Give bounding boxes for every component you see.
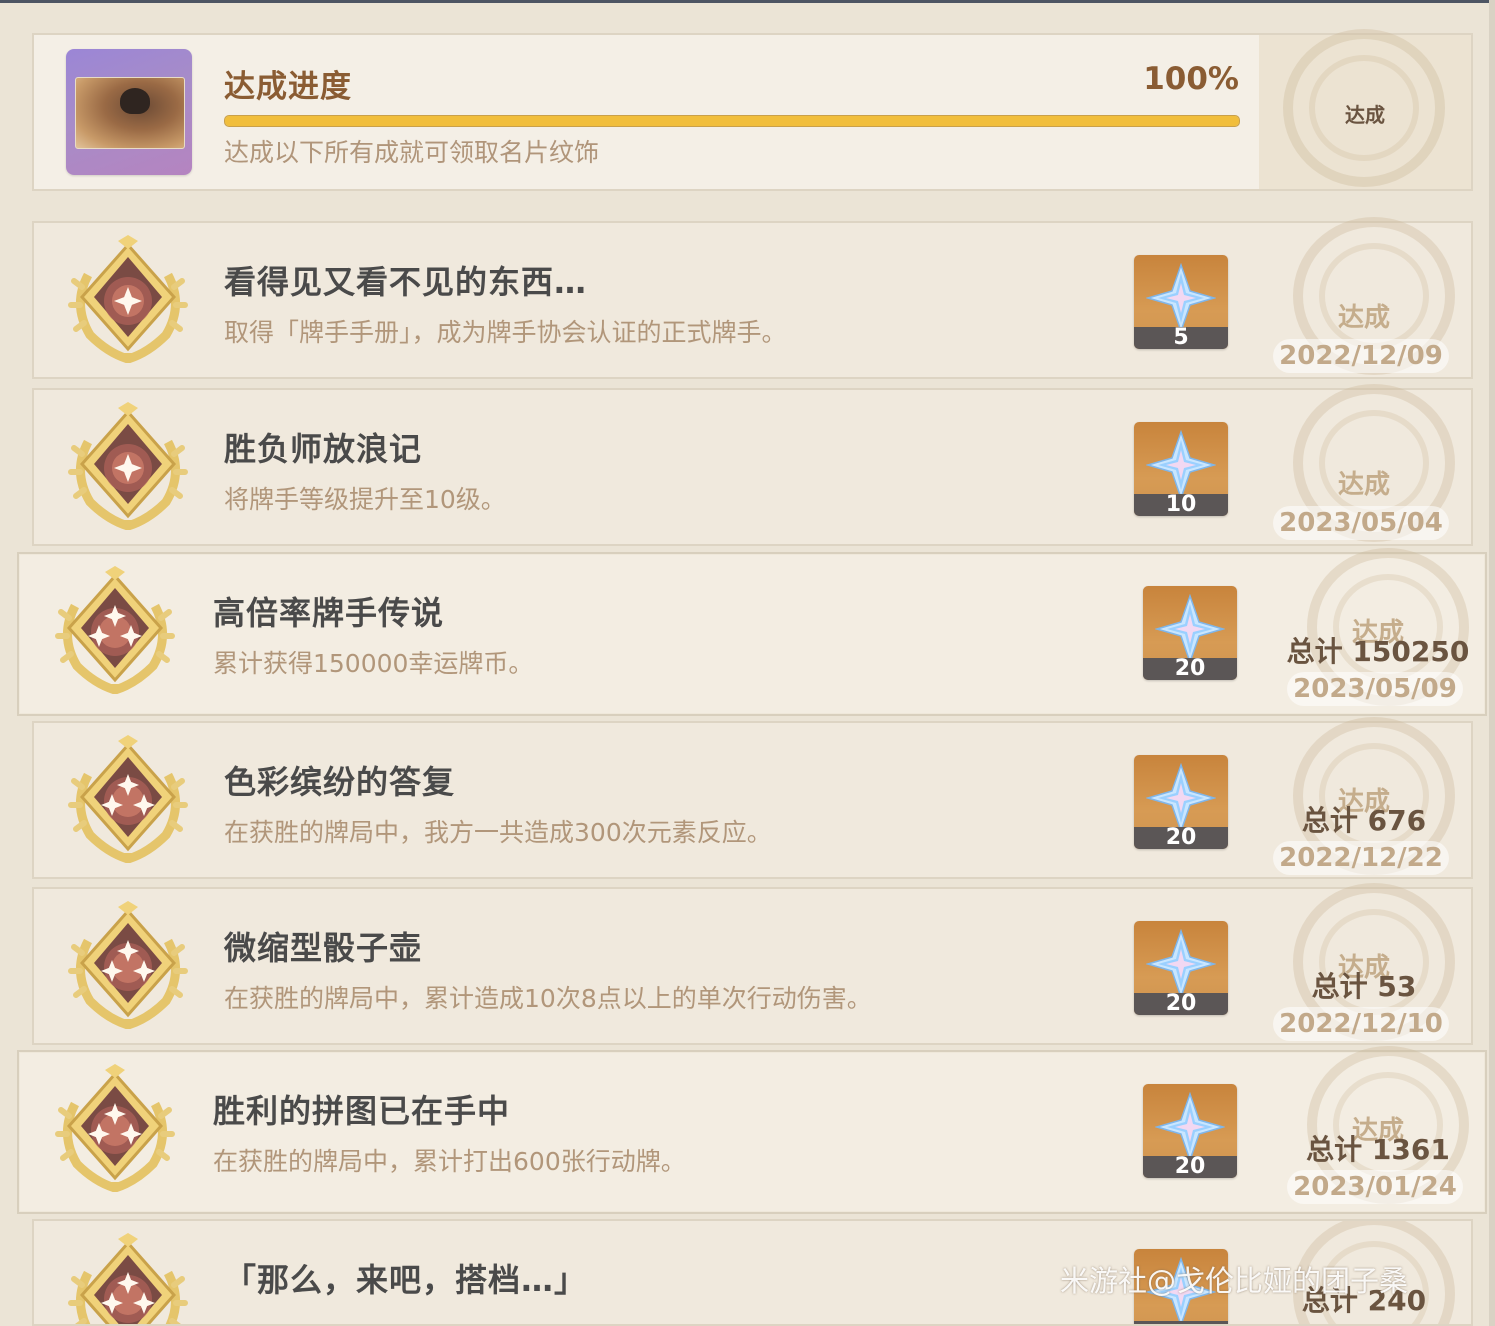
achievement-row[interactable]: 微缩型骰子壶 在获胜的牌局中，累计造成10次8点以上的单次行动伤害。 20 达成… bbox=[32, 883, 1473, 1045]
scroll-edge bbox=[1489, 0, 1495, 1326]
achievement-title: 高倍率牌手传说 bbox=[213, 594, 445, 632]
achievement-description: 累计获得150000幸运牌币。 bbox=[213, 649, 534, 678]
primogem-reward[interactable]: 5 bbox=[1134, 255, 1228, 349]
achievement-title: 微缩型骰子壶 bbox=[224, 929, 423, 967]
completion-stamp: 达成 总计 53 2022/12/10 bbox=[1269, 883, 1459, 1043]
achievement-row[interactable]: 胜负师放浪记 将牌手等级提升至10级。 10 达成 2023/05/04 bbox=[32, 384, 1473, 546]
primogem-reward[interactable]: 20 bbox=[1143, 1084, 1237, 1178]
completion-date: 2022/12/09 bbox=[1273, 339, 1449, 373]
achievement-medal-icon bbox=[68, 735, 188, 864]
achievement-medal-icon bbox=[68, 235, 188, 364]
primogem-reward[interactable]: 20 bbox=[1134, 755, 1228, 849]
completion-seal: 达成 bbox=[1259, 29, 1471, 189]
achievement-description: 在获胜的牌局中，累计造成10次8点以上的单次行动伤害。 bbox=[224, 984, 872, 1013]
reward-count: 10 bbox=[1134, 494, 1228, 516]
reward-count: 20 bbox=[1143, 1156, 1237, 1178]
progress-total: 总计 1361 bbox=[1306, 1133, 1450, 1166]
achievement-medal-icon bbox=[55, 566, 175, 695]
achievement-row[interactable]: 看得见又看不见的东西… 取得「牌手手册」，成为牌手协会认证的正式牌手。 5 达成… bbox=[32, 217, 1473, 379]
primogem-reward[interactable]: 20 bbox=[1143, 586, 1237, 680]
achievement-description: 在获胜的牌局中，累计打出600张行动牌。 bbox=[213, 1147, 686, 1176]
progress-total: 总计 150250 bbox=[1286, 635, 1470, 668]
achievement-title: 胜负师放浪记 bbox=[224, 430, 423, 468]
achievement-progress-panel: 达成进度 100% 达成以下所有成就可领取名片纹饰 达成 bbox=[32, 29, 1473, 191]
progress-percent: 100% bbox=[1143, 61, 1239, 97]
progress-bar bbox=[224, 115, 1240, 127]
achievement-description: 在获胜的牌局中，我方一共造成300次元素反应。 bbox=[224, 818, 772, 847]
achievement-medal-icon bbox=[55, 1064, 175, 1193]
reward-count bbox=[1134, 1321, 1228, 1324]
primogem-reward[interactable]: 20 bbox=[1134, 921, 1228, 1015]
completion-date: 2022/12/22 bbox=[1273, 841, 1449, 875]
reward-count: 5 bbox=[1134, 327, 1228, 349]
achievement-row[interactable]: 高倍率牌手传说 累计获得150000幸运牌币。 20 达成 总计 150250 … bbox=[17, 548, 1487, 716]
completion-stamp: 达成 2022/12/09 bbox=[1269, 217, 1459, 377]
primogem-reward[interactable]: 10 bbox=[1134, 422, 1228, 516]
achievement-medal-icon bbox=[68, 901, 188, 1030]
completion-stamp: 达成 2023/05/04 bbox=[1269, 384, 1459, 544]
completion-stamp: 达成 总计 676 2022/12/22 bbox=[1269, 717, 1459, 877]
progress-total: 总计 676 bbox=[1301, 804, 1427, 837]
completion-date: 2023/01/24 bbox=[1287, 1170, 1463, 1204]
status-label: 达成 bbox=[1337, 470, 1390, 500]
completion-date: 2023/05/09 bbox=[1287, 672, 1463, 706]
achievement-row[interactable]: 胜利的拼图已在手中 在获胜的牌局中，累计打出600张行动牌。 20 达成 总计 … bbox=[17, 1046, 1487, 1214]
achievement-title: 胜利的拼图已在手中 bbox=[213, 1092, 511, 1130]
reward-count: 20 bbox=[1143, 658, 1237, 680]
progress-total: 总计 53 bbox=[1311, 970, 1417, 1003]
achievement-title: 看得见又看不见的东西… bbox=[224, 263, 588, 301]
status-label: 达成 bbox=[1337, 303, 1390, 333]
achievement-row[interactable]: 色彩缤纷的答复 在获胜的牌局中，我方一共造成300次元素反应。 20 达成 总计… bbox=[32, 717, 1473, 879]
completion-date: 2022/12/10 bbox=[1273, 1007, 1449, 1041]
achievement-description: 将牌手等级提升至10级。 bbox=[224, 485, 506, 514]
namecard-reward-image[interactable] bbox=[66, 49, 192, 175]
watermark: 米游社@戈伦比娅的团子桑 bbox=[1060, 1264, 1409, 1298]
achievement-description: 取得「牌手手册」，成为牌手协会认证的正式牌手。 bbox=[224, 318, 787, 347]
top-bar bbox=[0, 0, 1495, 3]
completion-date: 2023/05/04 bbox=[1273, 506, 1449, 540]
achievement-title: 「那么，来吧，搭档…」 bbox=[224, 1261, 588, 1299]
seal-label: 达成 bbox=[1345, 103, 1385, 127]
progress-title: 达成进度 bbox=[224, 69, 352, 105]
achievement-medal-icon bbox=[68, 1233, 188, 1324]
achievement-title: 色彩缤纷的答复 bbox=[224, 763, 456, 801]
progress-subtitle: 达成以下所有成就可领取名片纹饰 bbox=[224, 138, 600, 167]
progress-bar-fill bbox=[225, 116, 1239, 126]
reward-count: 20 bbox=[1134, 993, 1228, 1015]
achievement-medal-icon bbox=[68, 402, 188, 531]
completion-stamp: 达成 总计 150250 2023/05/09 bbox=[1283, 548, 1473, 708]
reward-count: 20 bbox=[1134, 827, 1228, 849]
completion-stamp: 达成 总计 1361 2023/01/24 bbox=[1283, 1046, 1473, 1206]
